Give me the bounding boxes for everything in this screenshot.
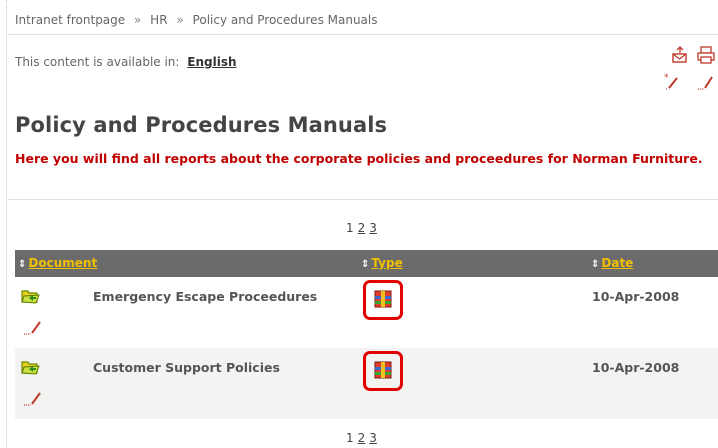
- language-availability: This content is available in: English: [15, 55, 237, 69]
- table-row: Emergency Escape Proceedures 10-Apr-2008: [15, 277, 718, 348]
- edit-icon[interactable]: [23, 316, 43, 336]
- folder-icon[interactable]: [20, 357, 40, 377]
- print-icon[interactable]: [697, 46, 715, 64]
- language-link-english[interactable]: English: [187, 55, 236, 69]
- send-email-icon[interactable]: [671, 46, 689, 64]
- breadcrumb-separator: »: [134, 13, 142, 27]
- pager-top: 123: [344, 221, 379, 235]
- column-header-date[interactable]: ⇕ Date: [591, 256, 633, 270]
- breadcrumb-separator: »: [176, 13, 184, 27]
- sort-icon: ⇕: [361, 259, 370, 270]
- new-item-icon[interactable]: *: [663, 72, 681, 90]
- documents-table: ⇕ Document ⇕ Type ⇕ Date Emergency Escape P…: [15, 250, 718, 419]
- column-header-type[interactable]: ⇕ Type: [361, 256, 403, 270]
- availability-label: This content is available in:: [15, 55, 180, 69]
- page-title: Policy and Procedures Manuals: [15, 113, 388, 137]
- pager-current-page: 1: [346, 431, 354, 445]
- breadcrumb-item-current: Policy and Procedures Manuals: [192, 13, 378, 27]
- pager-page-3[interactable]: 3: [369, 221, 377, 235]
- document-date: 10-Apr-2008: [592, 289, 680, 304]
- svg-text:*: *: [664, 73, 669, 83]
- edit-icon[interactable]: [23, 387, 43, 407]
- archive-icon[interactable]: [374, 361, 392, 379]
- folder-icon[interactable]: [20, 286, 40, 306]
- pager-current-page: 1: [346, 221, 354, 235]
- breadcrumb-item-hr[interactable]: HR: [150, 13, 167, 27]
- sort-icon: ⇕: [591, 259, 600, 270]
- document-date: 10-Apr-2008: [592, 360, 680, 375]
- type-highlight-box: [363, 351, 403, 391]
- archive-icon[interactable]: [374, 290, 392, 308]
- pager-page-2[interactable]: 2: [358, 431, 366, 445]
- sort-icon: ⇕: [18, 259, 27, 270]
- breadcrumb-item-intranet[interactable]: Intranet frontpage: [15, 13, 125, 27]
- edit-icon[interactable]: [697, 72, 715, 90]
- breadcrumb-divider: [8, 34, 718, 35]
- intro-divider: [8, 199, 718, 200]
- pager-page-3[interactable]: 3: [369, 431, 377, 445]
- breadcrumb: Intranet frontpage » HR » Policy and Pro…: [15, 13, 378, 27]
- pager-page-2[interactable]: 2: [358, 221, 366, 235]
- pager-bottom: 123: [344, 431, 379, 445]
- type-highlight-box: [363, 280, 403, 320]
- column-header-document[interactable]: ⇕ Document: [18, 256, 97, 270]
- left-border: [6, 0, 7, 448]
- table-row: Customer Support Policies 10-Apr-2008: [15, 348, 718, 419]
- page-intro: Here you will find all reports about the…: [15, 151, 703, 166]
- document-name[interactable]: Emergency Escape Proceedures: [93, 289, 317, 304]
- document-name[interactable]: Customer Support Policies: [93, 360, 280, 375]
- table-header: ⇕ Document ⇕ Type ⇕ Date: [15, 250, 718, 277]
